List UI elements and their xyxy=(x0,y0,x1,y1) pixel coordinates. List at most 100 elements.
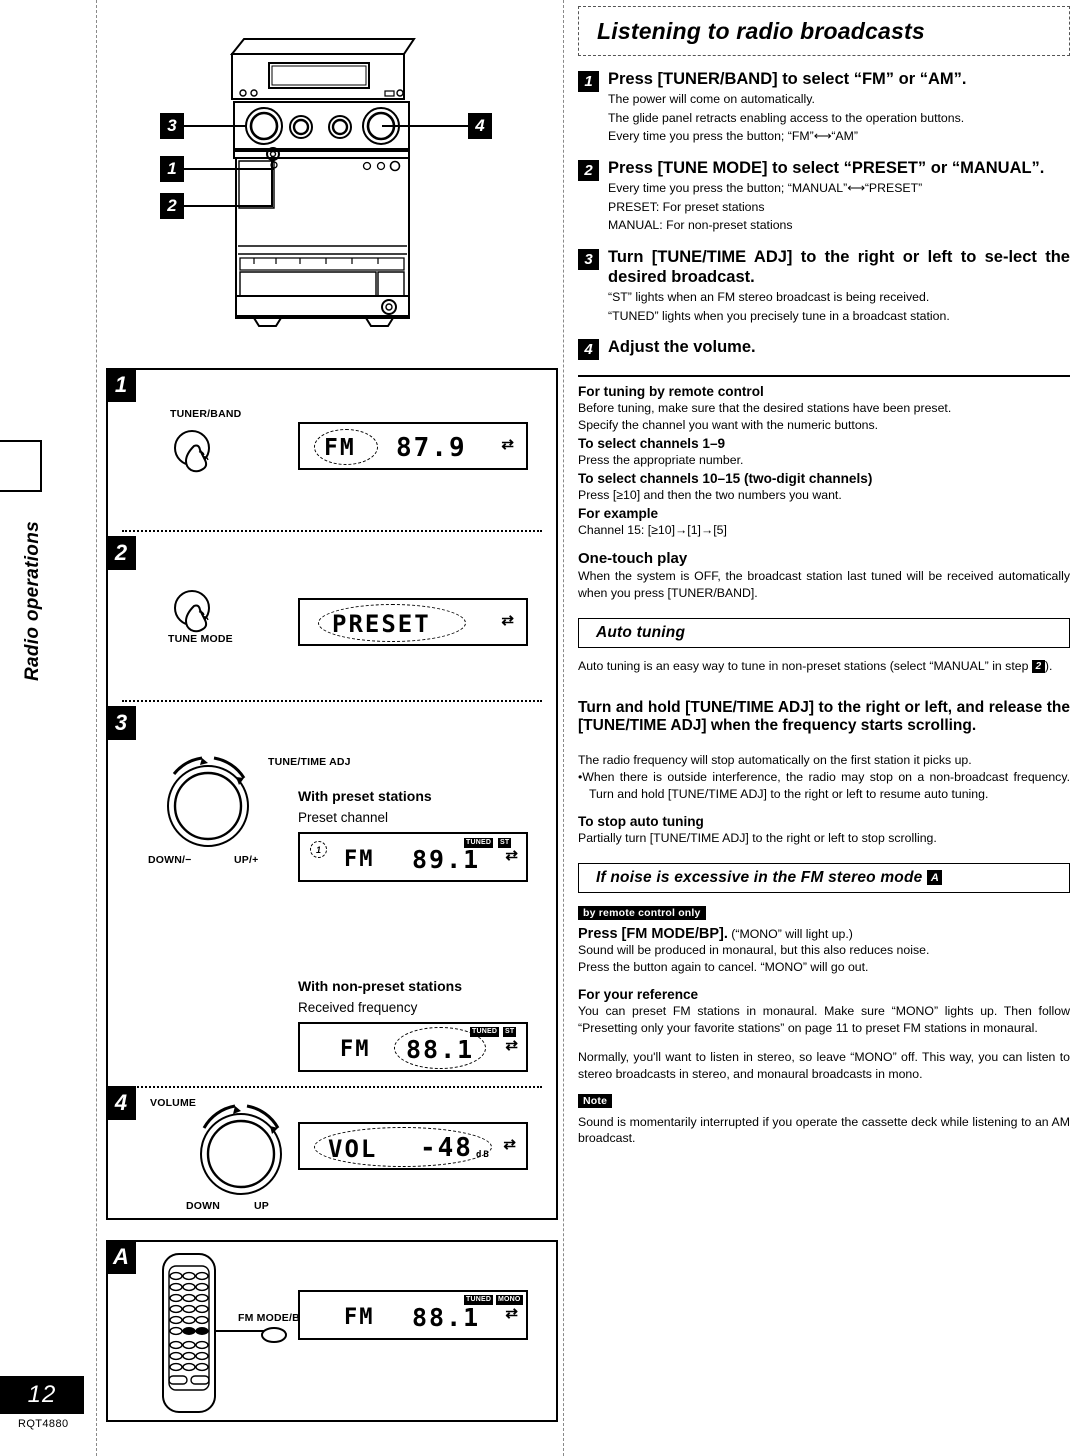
lcd-indicator-st-nonpreset: ST xyxy=(503,1027,517,1037)
right-column: Listening to radio broadcasts 1 Press [T… xyxy=(578,0,1070,1147)
step-badge-2: 2 xyxy=(578,159,599,181)
heading-channels-10-15: To select channels 10–15 (two-digit chan… xyxy=(578,471,873,487)
fm-noise-lead: Press [FM MODE/BP]. (“MONO” will light u… xyxy=(578,926,1070,942)
channels-10-15-body: Press [≥10] and then the two numbers you… xyxy=(578,488,842,503)
panel-divider-2 xyxy=(122,700,542,702)
lcd-indicator-tuned-remote: TUNED xyxy=(464,1295,494,1305)
lcd-frequency-1: 87.9 xyxy=(396,433,467,463)
lcd-loop-arrow-remote: ⇄ xyxy=(505,1305,518,1322)
finger-press-icon-2 xyxy=(174,590,210,633)
panel-divider-1 xyxy=(122,530,542,532)
lcd-volume-unit: dB xyxy=(476,1150,491,1160)
step-line-2-2: MANUAL: For non-preset stations xyxy=(608,218,793,233)
auto-tuning-body-1: The radio frequency will stop automatica… xyxy=(578,752,972,767)
boxhead-fm-noise-label: If noise is excessive in the FM stereo m… xyxy=(596,868,923,886)
step-heading-1: Press [TUNER/BAND] to select “FM” or “AM… xyxy=(608,70,967,88)
step-line-3-0: “ST” lights when an FM stereo broadcast … xyxy=(608,290,930,305)
leader-line-1 xyxy=(184,168,274,170)
auto-tuning-intro-a: Auto tuning is an easy way to tune in no… xyxy=(578,659,1032,674)
lcd-band-remote: FM xyxy=(344,1305,375,1330)
fm-noise-lead-rest: (“MONO” will light up.) xyxy=(727,926,853,941)
illustration-callout-3: 3 xyxy=(160,113,184,139)
page-title-banner: Listening to radio broadcasts xyxy=(578,6,1070,56)
section-side-tab: Radio operations xyxy=(0,440,56,740)
lcd-frequency-nonpreset: 88.1 xyxy=(406,1035,475,1064)
lcd-loop-arrow-volume: ⇄ xyxy=(503,1136,516,1153)
step-line-1-2: Every time you press the button; “FM”⟷“A… xyxy=(608,129,858,144)
one-touch-play-body: When the system is OFF, the broadcast st… xyxy=(578,569,1070,601)
side-tab-label: Radio operations xyxy=(22,521,43,681)
channels-1-9-body: Press the appropriate number. xyxy=(578,453,744,468)
page-number: 12 xyxy=(0,1376,84,1414)
tag-note: Note xyxy=(578,1093,613,1108)
heading-for-example: For example xyxy=(578,506,659,522)
panel-step-badge-2: 2 xyxy=(106,536,136,570)
lcd-preset-channel-number: 1 xyxy=(310,841,327,858)
auto-tuning-bullet-1: •When there is outside interference, the… xyxy=(578,769,1070,801)
step-heading-3: Turn [TUNE/TIME ADJ] to the right or lef… xyxy=(608,247,1070,286)
finger-press-icon-1 xyxy=(174,430,210,473)
leader-line-2-vert xyxy=(271,156,273,207)
section-rule xyxy=(578,375,1070,378)
panel-step-badge-4: 4 xyxy=(106,1086,136,1120)
control-label-tuner-band: TUNER/BAND xyxy=(170,408,242,420)
for-example-body: Channel 15: [≥10]→[1]→[5] xyxy=(578,523,727,538)
boxhead-fm-noise: If noise is excessive in the FM stereo m… xyxy=(578,862,1070,893)
auto-tuning-inline-badge: 2 xyxy=(1031,660,1045,674)
lcd-frequency-remote: 88.1 xyxy=(412,1303,481,1332)
control-label-fm-mode-bp: FM MODE/BP xyxy=(238,1312,308,1324)
caption-with-non-preset-stations: With non-preset stations xyxy=(298,978,462,994)
fm-noise-body-2: Press the button again to cancel. “MONO”… xyxy=(578,959,869,974)
fm-noise-body-1: Sound will be produced in monaural, but … xyxy=(578,942,930,957)
step-line-3-1: “TUNED” lights when you precisely tune i… xyxy=(608,308,950,323)
illustration-callout-1: 1 xyxy=(160,156,184,182)
lcd-band-nonpreset: FM xyxy=(340,1037,371,1062)
instruction-step-4: 4 Adjust the volume. xyxy=(578,337,1070,361)
illustration-callout-4: 4 xyxy=(468,113,492,139)
lcd-indicator-tuned-nonpreset: TUNED xyxy=(470,1027,500,1037)
lcd-indicator-mono-remote: MONO xyxy=(496,1295,523,1305)
lcd-loop-arrow-nonpreset: ⇄ xyxy=(505,1037,518,1054)
instruction-step-3: 3 Turn [TUNE/TIME ADJ] to the right or l… xyxy=(578,247,1070,324)
step-heading-2: Press [TUNE MODE] to select “PRESET” or … xyxy=(608,158,1045,177)
manual-page: Radio operations 12 RQT4880 3 1 2 4 1 TU… xyxy=(0,0,1080,1456)
panel-badge-a: A xyxy=(106,1240,136,1274)
lcd-volume-value: -48 xyxy=(420,1133,473,1163)
page-title: Listening to radio broadcasts xyxy=(597,17,925,44)
remote-control-icon xyxy=(162,1253,216,1413)
step-badge-4: 4 xyxy=(578,339,599,361)
stereo-system-illustration: 3 1 2 4 xyxy=(104,6,559,366)
page-number-block: 12 RQT4880 xyxy=(0,1376,120,1430)
instruction-step-1: 1 Press [TUNER/BAND] to select “FM” or “… xyxy=(578,69,1070,145)
lcd-loop-arrow-1: ⇄ xyxy=(501,436,514,453)
step-heading-4: Adjust the volume. xyxy=(608,338,756,357)
remote-illustration-panel: A FM MODE/BP FM 88.1 TUNED MONO ⇄ xyxy=(106,1240,558,1422)
caption-received-frequency: Received frequency xyxy=(298,1000,418,1015)
boxhead-auto-tuning-label: Auto tuning xyxy=(596,624,686,642)
lcd-display-nonpreset-station: FM 88.1 TUNED ST ⇄ xyxy=(298,1022,528,1072)
left-column: 3 1 2 4 1 TUNER/BAND FM 87.9 ⇄ 2 TUNE MO… xyxy=(104,0,559,1456)
step-line-1-0: The power will come on automatically. xyxy=(608,92,815,107)
remote-tuning-intro-1: Before tuning, make sure that the desire… xyxy=(578,401,952,416)
knob-label-up: UP/+ xyxy=(234,854,259,866)
lcd-display-remote: FM 88.1 TUNED MONO ⇄ xyxy=(298,1290,528,1340)
lcd-band-preset: FM xyxy=(344,847,375,872)
stop-auto-tuning-body: Partially turn [TUNE/TIME ADJ] to the ri… xyxy=(578,830,937,845)
lcd-band-1: FM xyxy=(324,435,356,461)
fm-noise-lead-bold: Press [FM MODE/BP]. xyxy=(578,925,728,942)
lcd-indicator-tuned-preset: TUNED xyxy=(464,838,494,848)
leader-line-4 xyxy=(382,125,470,127)
lcd-display-preset-station: 1 FM 89.1 TUNED ST ⇄ xyxy=(298,832,528,882)
gutter-line-right xyxy=(563,0,564,1456)
step-line-2-0: Every time you press the button; “MANUAL… xyxy=(608,181,923,196)
volume-label-up: UP xyxy=(254,1200,269,1212)
heading-one-touch-play: One-touch play xyxy=(578,550,688,568)
tune-time-adj-knob-icon xyxy=(167,756,249,847)
remote-tuning-intro-2: Specify the channel you want with the nu… xyxy=(578,418,879,433)
leader-line-2 xyxy=(184,205,273,207)
stereo-system-drawing xyxy=(229,38,416,327)
note-body: Sound is momentarily interrupted if you … xyxy=(578,1114,1070,1146)
instruction-step-2: 2 Press [TUNE MODE] to select “PRESET” o… xyxy=(578,158,1070,234)
panel-divider-3 xyxy=(122,1086,542,1088)
auto-tuning-bold-instruction: Turn and hold [TUNE/TIME ADJ] to the rig… xyxy=(578,698,1070,735)
